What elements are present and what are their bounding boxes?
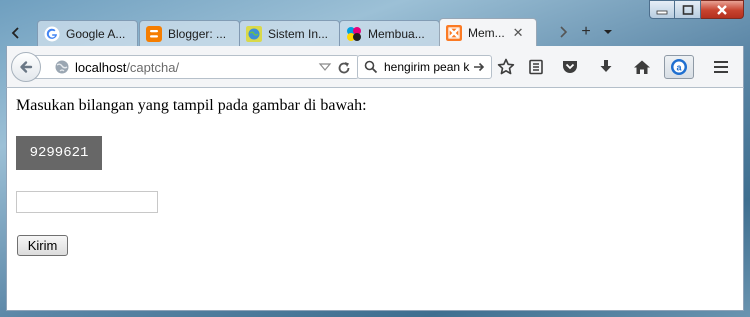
captcha-answer-input[interactable]	[16, 191, 158, 213]
search-go-arrow-icon[interactable]	[472, 60, 486, 74]
maximize-icon	[682, 4, 693, 15]
tab-title: Mem...	[468, 25, 505, 40]
reading-list-icon	[529, 59, 543, 75]
close-window-button[interactable]	[701, 0, 744, 19]
list-all-tabs-button[interactable]	[597, 21, 619, 43]
tab-blogger[interactable]: Blogger: ...	[139, 20, 240, 46]
chevron-right-icon	[560, 26, 568, 38]
address-bar[interactable]: localhost/captcha/	[33, 55, 359, 79]
reading-list-button[interactable]	[524, 55, 548, 79]
tab-google[interactable]: Google A...	[37, 20, 138, 46]
pocket-icon	[563, 61, 577, 73]
page-content: Masukan bilangan yang tampil pada gambar…	[6, 88, 744, 311]
tab-title: Google A...	[66, 26, 126, 41]
window-controls	[649, 0, 744, 19]
xampp-icon	[446, 24, 462, 41]
maximize-button[interactable]	[675, 0, 701, 19]
home-icon	[634, 60, 650, 74]
addon-button[interactable]: a	[664, 55, 694, 79]
url-path: /captcha/	[126, 59, 180, 75]
google-icon	[44, 26, 60, 41]
back-button[interactable]	[11, 52, 41, 82]
tab-strip: Google A... Blogger: ... Sistem In... Me…	[0, 18, 750, 46]
navigation-toolbar: localhost/captcha/ hengirim pean k a	[6, 46, 744, 88]
addon-a-icon: a	[671, 59, 687, 75]
globe-icon	[246, 25, 262, 42]
hamburger-menu-icon	[714, 61, 728, 73]
colorful-dots-icon	[347, 26, 361, 41]
url-host: localhost	[75, 59, 127, 75]
close-tab-button[interactable]: ✕	[513, 26, 524, 39]
pocket-button[interactable]	[558, 55, 582, 79]
tab-title: Blogger: ...	[168, 26, 227, 41]
tab-title: Sistem In...	[268, 26, 329, 41]
search-icon	[364, 60, 378, 74]
new-tab-button[interactable]: +	[575, 21, 597, 43]
site-identity-globe-icon	[55, 60, 69, 74]
submit-button[interactable]: Kirim	[17, 235, 68, 256]
tab-membuat[interactable]: Membua...	[339, 20, 440, 46]
tab-active-captcha[interactable]: Mem... ✕	[439, 18, 537, 46]
bookmark-star-button[interactable]	[494, 55, 518, 79]
download-arrow-icon	[600, 60, 612, 72]
scroll-tabs-left-button[interactable]	[4, 20, 28, 46]
history-dropmarker-icon[interactable]	[318, 60, 332, 74]
url-text: localhost/captcha/	[75, 60, 179, 75]
star-icon	[497, 58, 515, 75]
tab-title: Membua...	[368, 26, 425, 41]
search-input[interactable]: hengirim pean k	[384, 60, 476, 74]
blogger-icon	[146, 25, 162, 42]
chevron-down-icon	[604, 30, 612, 34]
tab-sistem[interactable]: Sistem In...	[239, 20, 340, 46]
chevron-left-icon	[11, 27, 19, 39]
downloads-button[interactable]	[594, 55, 618, 79]
back-arrow-icon	[20, 61, 33, 73]
close-icon	[717, 4, 727, 15]
captcha-instruction: Masukan bilangan yang tampil pada gambar…	[16, 97, 367, 114]
home-button[interactable]	[630, 55, 654, 79]
search-bar[interactable]: hengirim pean k	[357, 55, 492, 79]
scroll-tabs-right-button[interactable]	[552, 21, 574, 43]
minimize-icon	[656, 10, 668, 14]
minimize-button[interactable]	[649, 0, 675, 19]
reload-icon[interactable]	[336, 60, 352, 76]
captcha-image: 9299621	[16, 136, 102, 170]
menu-button[interactable]	[709, 55, 733, 79]
